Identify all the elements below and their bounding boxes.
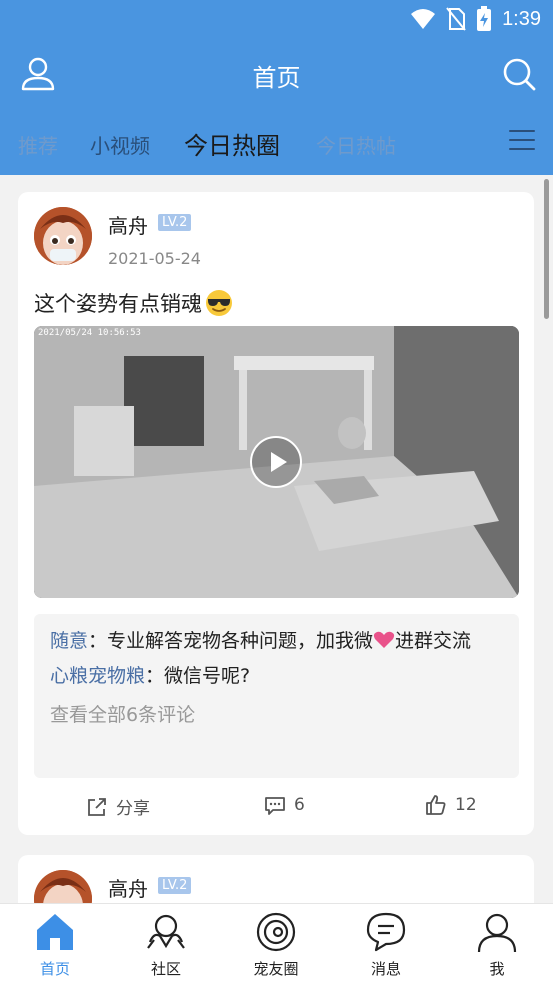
share-label: 分享 (116, 799, 150, 819)
level-badge: LV.2 (158, 877, 192, 894)
comment-text-tail: 进群交流 (395, 630, 472, 652)
menu-icon[interactable] (509, 130, 535, 154)
view-all-comments-link[interactable]: 查看全部6条评论 (50, 700, 503, 727)
nav-home[interactable]: 首页 (15, 910, 95, 979)
bottom-nav: 首页 社区 宠友圈 消息 我 (0, 903, 553, 983)
comment-user[interactable]: 随意 (50, 630, 88, 652)
post-card[interactable]: 高舟 LV.2 (18, 855, 534, 903)
battery-charging-icon (477, 6, 492, 31)
status-time: 1:39 (502, 7, 541, 30)
author-avatar[interactable] (34, 207, 92, 265)
feed[interactable]: 高舟 LV.2 2021-05-24 这个姿势有点销魂 2021/05/24 1… (0, 175, 553, 903)
avatar-image (34, 207, 92, 265)
thumbs-up-icon (426, 795, 446, 815)
play-icon (271, 452, 287, 472)
nav-label: 我 (489, 960, 505, 978)
tab-today-hot-circle[interactable]: 今日热圈 (184, 126, 280, 161)
comment-text: ：微信号呢? (145, 665, 251, 687)
comment: 随意：专业解答宠物各种问题，加我微 进群交流 (50, 628, 503, 655)
comment-button[interactable]: 6 (264, 794, 305, 816)
like-button[interactable]: 12 (425, 794, 477, 816)
comment-count: 6 (294, 795, 305, 815)
post-actions: 分享 6 12 (18, 790, 534, 826)
nav-messages[interactable]: 消息 (346, 910, 426, 979)
nav-me[interactable]: 我 (457, 910, 537, 979)
nav-label: 社区 (150, 960, 181, 978)
post-text-content: 这个姿势有点销魂 (34, 292, 202, 316)
avatar-image (34, 870, 92, 903)
post-video[interactable]: 2021/05/24 10:56:53 (34, 326, 519, 598)
tab-short-video[interactable]: 小视频 (90, 130, 150, 159)
comment-text: ：专业解答宠物各种问题，加我微 (88, 630, 374, 652)
app-header: 首页 (0, 40, 553, 112)
comment: 心粮宠物粮：微信号呢? (50, 663, 503, 690)
user-icon (477, 913, 517, 953)
category-tabs: 推荐 小视频 今日热圈 今日热帖 (0, 112, 553, 175)
post-text: 这个姿势有点销魂 (34, 288, 234, 318)
nav-label: 首页 (39, 960, 70, 978)
community-icon (147, 914, 185, 949)
nav-pet-circle[interactable]: 宠友圈 (236, 910, 316, 979)
search-icon[interactable] (499, 54, 539, 94)
like-count: 12 (455, 795, 477, 815)
cool-face-emoji-icon (206, 290, 232, 316)
tab-today-hot-posts[interactable]: 今日热帖 (316, 130, 396, 159)
share-button[interactable]: 分享 (86, 794, 150, 819)
nav-community[interactable]: 社区 (126, 910, 206, 979)
heart-icon (373, 631, 395, 648)
nav-label: 消息 (370, 960, 401, 978)
comment-user[interactable]: 心粮宠物粮 (50, 665, 145, 687)
pet-circle-icon (256, 912, 296, 952)
comments-box[interactable]: 随意：专业解答宠物各种问题，加我微 进群交流 心粮宠物粮：微信号呢? 查看全部6条… (34, 614, 519, 778)
share-icon (88, 797, 106, 816)
tab-recommend[interactable]: 推荐 (18, 130, 58, 159)
author-name[interactable]: 高舟 (108, 873, 148, 902)
page-title: 首页 (252, 64, 301, 92)
nav-label: 宠友圈 (253, 960, 299, 978)
comment-icon (265, 797, 285, 815)
scrollbar[interactable] (544, 179, 549, 319)
no-sim-icon (446, 7, 466, 31)
status-bar: 1:39 (0, 0, 553, 40)
post-date: 2021-05-24 (108, 249, 201, 268)
level-badge: LV.2 (158, 214, 192, 231)
wifi-icon (411, 9, 436, 29)
post-card[interactable]: 高舟 LV.2 2021-05-24 这个姿势有点销魂 2021/05/24 1… (18, 192, 534, 835)
status-icons: 1:39 (410, 6, 541, 32)
author-avatar[interactable] (34, 870, 92, 903)
play-button[interactable] (250, 436, 302, 488)
author-name[interactable]: 高舟 (108, 210, 148, 239)
home-icon (37, 914, 73, 950)
video-timestamp: 2021/05/24 10:56:53 (38, 328, 141, 338)
message-icon (366, 912, 406, 952)
